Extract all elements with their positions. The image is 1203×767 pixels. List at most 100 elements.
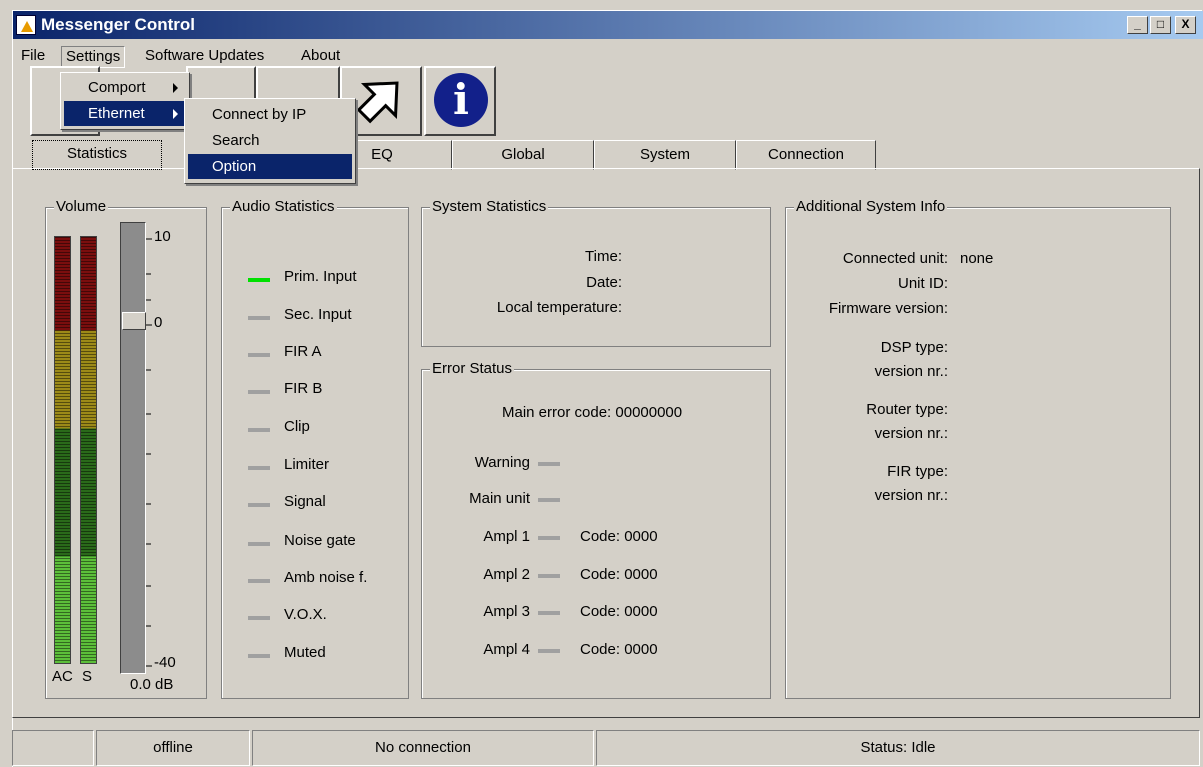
close-button[interactable]: X [1175,16,1196,34]
error-status-title: Error Status [430,360,515,377]
tab-statistics[interactable]: Statistics [32,140,162,170]
menu-item-connect-by-ip[interactable]: Connect by IP [188,102,352,127]
volume-slider-track[interactable] [120,222,146,674]
error-status-group: Error Status Main error code: 00000000 W… [421,360,771,699]
ampl-label: Ampl 2 [483,566,530,583]
window-title: Messenger Control [41,15,195,34]
ampl-led [538,649,560,653]
main-unit-label: Main unit [469,490,530,507]
date-label: Date: [586,274,622,291]
audio-item-label: FIR B [284,380,323,397]
tab-global[interactable]: Global [452,140,594,170]
audio-item-label: Signal [284,493,326,510]
menu-item-option[interactable]: Option [188,154,352,179]
statistics-panel: Volume 10 0 -40 AC S 0.0 dB Audio Statis… [12,168,1200,718]
settings-dropdown: Comport Ethernet [60,72,190,130]
ampl-code: Code: 0000 [580,566,658,583]
connection-text: No connection [252,730,594,766]
ampl-led [538,611,560,615]
meter-ac [54,236,71,664]
unit-id-label: Unit ID: [897,275,948,292]
menu-item-comport[interactable]: Comport [64,75,186,100]
menu-settings[interactable]: Settings [61,46,126,68]
app-icon [16,15,36,35]
comport-label: Comport [88,79,146,96]
status-led [248,579,270,583]
audio-item-label: FIR A [284,343,322,360]
additional-info-group: Additional System Info Connected unit: n… [785,198,1171,699]
ampl-code: Code: 0000 [580,641,658,658]
menu-item-search[interactable]: Search [188,128,352,153]
audio-item-label: Limiter [284,456,330,473]
status-text: Status: Idle [596,730,1200,766]
dsp-type-label: DSP type: [880,339,948,356]
ampl-label: Ampl 1 [483,528,530,545]
ampl-code: Code: 0000 [580,603,658,620]
audio-item-label: Muted [284,644,326,661]
status-led [248,616,270,620]
connected-unit-value: none [960,250,994,267]
maximize-button[interactable]: □ [1150,16,1171,34]
ampl-led [538,536,560,540]
volume-slider-thumb[interactable] [122,312,146,330]
menu-software-updates[interactable]: Software Updates [141,46,268,68]
temperature-label: Local temperature: [496,299,622,316]
additional-info-title: Additional System Info [794,198,948,215]
ampl-label: Ampl 4 [483,641,530,658]
audio-statistics-title: Audio Statistics [230,198,337,215]
status-led [248,316,270,320]
meter-label-s: S [82,668,93,685]
time-label: Time: [585,248,622,265]
status-led [248,654,270,658]
fir-type-label: FIR type: [887,463,948,480]
status-bar: offline No connection Status: Idle [12,730,1200,766]
status-led [248,278,270,282]
volume-scale-ticks [146,238,152,667]
warning-label: Warning [474,454,530,471]
info-icon: i [434,73,488,127]
submenu-arrow-icon [173,83,178,93]
ampl-code: Code: 0000 [580,528,658,545]
audio-item-label: V.O.X. [284,606,327,623]
tab-strip: Statistics EQ Global System Connection [12,140,876,170]
status-led [248,503,270,507]
audio-item-label: Amb noise f. [284,569,368,586]
meter-label-ac: AC [52,668,73,685]
status-led [248,353,270,357]
main-unit-led [538,498,560,502]
tab-connection[interactable]: Connection [736,140,876,170]
minimize-button[interactable]: _ [1127,16,1148,34]
tab-system[interactable]: System [594,140,736,170]
volume-value: 0.0 dB [130,676,174,693]
status-cell-empty [12,730,94,766]
ethernet-submenu: Connect by IP Search Option [184,98,356,184]
router-type-label: Router type: [866,401,948,418]
audio-item-label: Noise gate [284,532,356,549]
audio-item-label: Sec. Input [284,306,352,323]
router-version-label: version nr.: [874,425,948,442]
dsp-version-label: version nr.: [874,363,948,380]
connection-state: offline [96,730,250,766]
info-button[interactable]: i [424,66,496,136]
menu-bar: File Settings Software Updates About [13,43,1203,68]
firmware-label: Firmware version: [828,300,948,317]
audio-statistics-group: Audio Statistics Prim. Input Sec. Input FI… [221,198,409,699]
meter-s [80,236,97,664]
main-error-code: Main error code: 00000000 [502,404,683,421]
scale-bottom: -40 [154,654,176,671]
status-led [248,428,270,432]
system-statistics-title: System Statistics [430,198,549,215]
warning-led [538,462,560,466]
audio-item-label: Prim. Input [284,268,357,285]
menu-about[interactable]: About [297,46,344,68]
system-statistics-group: System Statistics Time: Date: Local temp… [421,198,771,347]
upload-arrow-icon [356,81,399,124]
status-led [248,390,270,394]
volume-title: Volume [54,198,109,215]
menu-file[interactable]: File [17,46,49,68]
submenu-arrow-icon [173,109,178,119]
connected-unit-label: Connected unit: [842,250,948,267]
volume-group: Volume 10 0 -40 AC S 0.0 dB [45,198,207,699]
menu-item-ethernet[interactable]: Ethernet [64,101,186,126]
audio-item-label: Clip [284,418,310,435]
